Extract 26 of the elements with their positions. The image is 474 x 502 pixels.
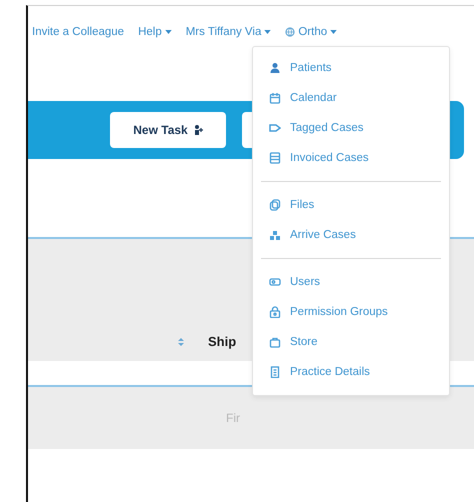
calendar-icon [269,92,281,104]
nav-label[interactable]: Ortho [298,26,328,38]
nav-label[interactable]: Invite a Colleague [32,26,124,38]
menu-item[interactable]: Users [253,267,449,297]
menu-item[interactable]: Invoiced Cases [253,143,449,173]
sort-icon[interactable] [178,336,184,346]
nav-label[interactable]: Mrs Tiffany Via [186,26,262,38]
files-icon [269,199,281,211]
menu-item[interactable]: Tagged Cases [253,113,449,143]
tag-icon [269,122,281,134]
person-icon [269,62,281,74]
lock-icon [269,306,281,318]
menu-item[interactable]: Arrive Cases [253,220,449,250]
menu-item[interactable]: Practice Details [253,357,449,387]
menu-item[interactable]: Calendar [253,83,449,113]
menu-item[interactable]: Store [253,327,449,357]
document-icon [269,366,281,378]
menu-item[interactable]: Patients [253,53,449,83]
menu-item[interactable]: Files [253,190,449,220]
column-header[interactable]: Ship [208,334,236,349]
bag-icon [269,336,281,348]
person-plus-icon [192,124,203,136]
new-task-button[interactable]: New Task [110,112,226,148]
boxes-icon [269,229,281,241]
nav-label[interactable]: Help [138,26,162,38]
menu-item[interactable]: Permission Groups [253,297,449,327]
